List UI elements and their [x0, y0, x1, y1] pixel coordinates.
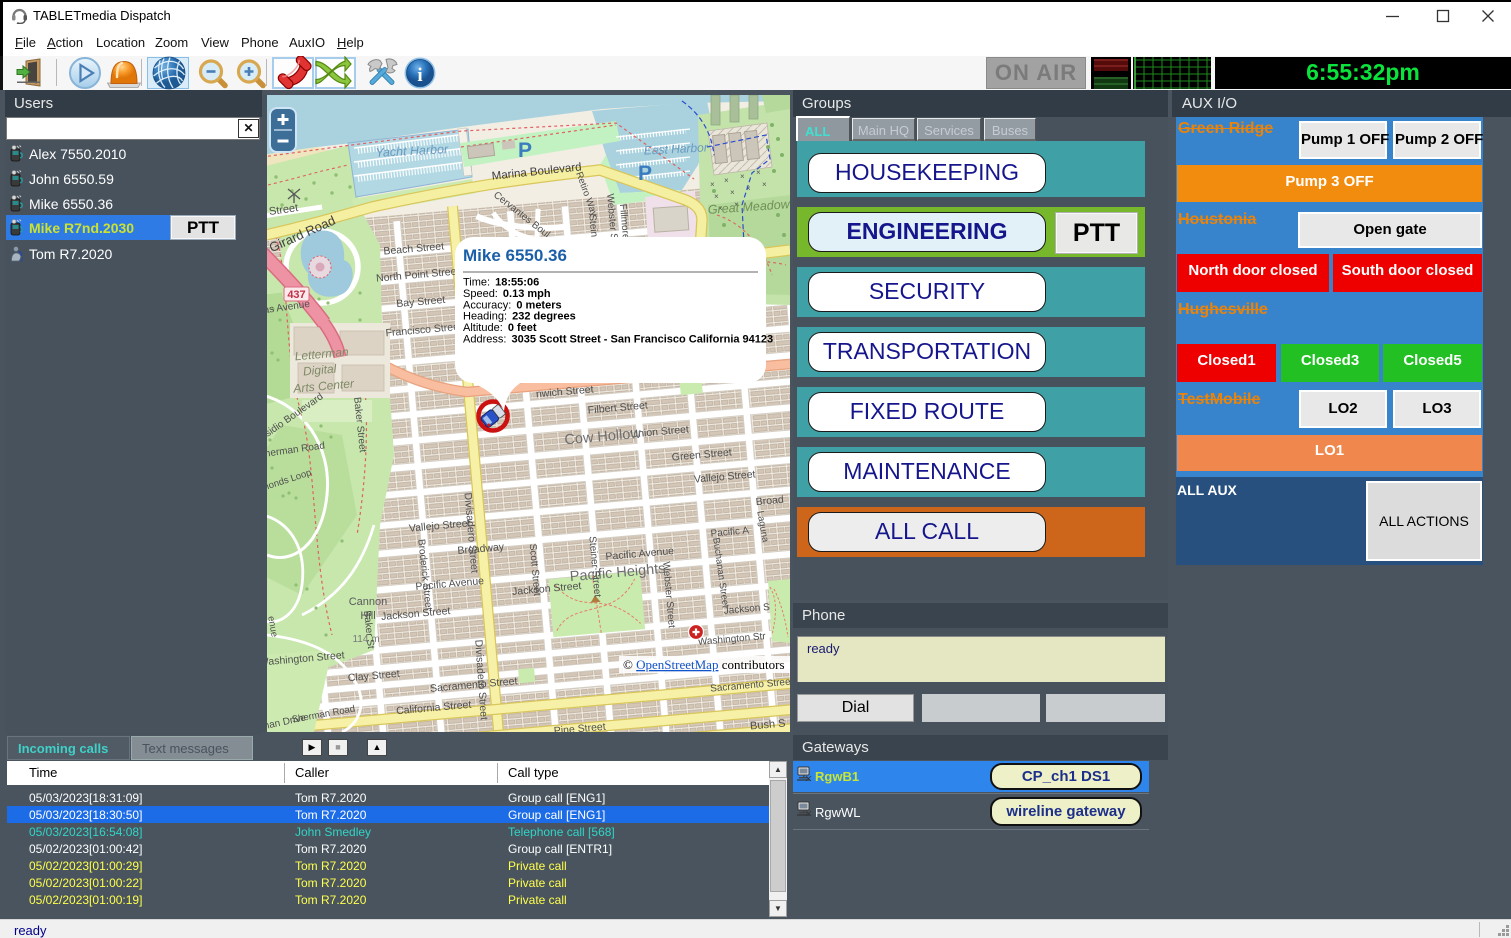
svg-text:×: ×	[756, 168, 761, 177]
svg-text:y: y	[20, 257, 23, 262]
svg-text:P: P	[638, 162, 652, 185]
svg-text:Cannon: Cannon	[349, 596, 388, 608]
svg-text:© OpenStreetMap contributors: © OpenStreetMap contributors	[623, 657, 785, 672]
svg-text:×: ×	[762, 180, 767, 189]
svg-text:Speed: 0.13 mph: Speed: 0.13 mph	[463, 288, 551, 300]
svg-text:×: ×	[710, 180, 715, 189]
svg-text:i: i	[417, 65, 422, 86]
svg-text:Bush S: Bush S	[750, 717, 786, 732]
svg-text:×: ×	[740, 172, 745, 181]
svg-text:Mike 6550.36: Mike 6550.36	[463, 246, 567, 265]
svg-text:Accuracy: 0 meters: Accuracy: 0 meters	[463, 299, 562, 311]
svg-text:P: P	[518, 139, 532, 162]
svg-text:Broad: Broad	[755, 494, 784, 508]
svg-text:Heading: 232 degrees: Heading: 232 degrees	[463, 311, 576, 323]
svg-text:×: ×	[724, 176, 729, 185]
svg-text:×: ×	[714, 192, 719, 201]
svg-text:Altitude: 0 feet: Altitude: 0 feet	[463, 322, 537, 334]
svg-text:Digital: Digital	[302, 362, 337, 379]
svg-text:×: ×	[730, 188, 735, 197]
svg-text:Time: 18:55:06: Time: 18:55:06	[463, 277, 539, 289]
